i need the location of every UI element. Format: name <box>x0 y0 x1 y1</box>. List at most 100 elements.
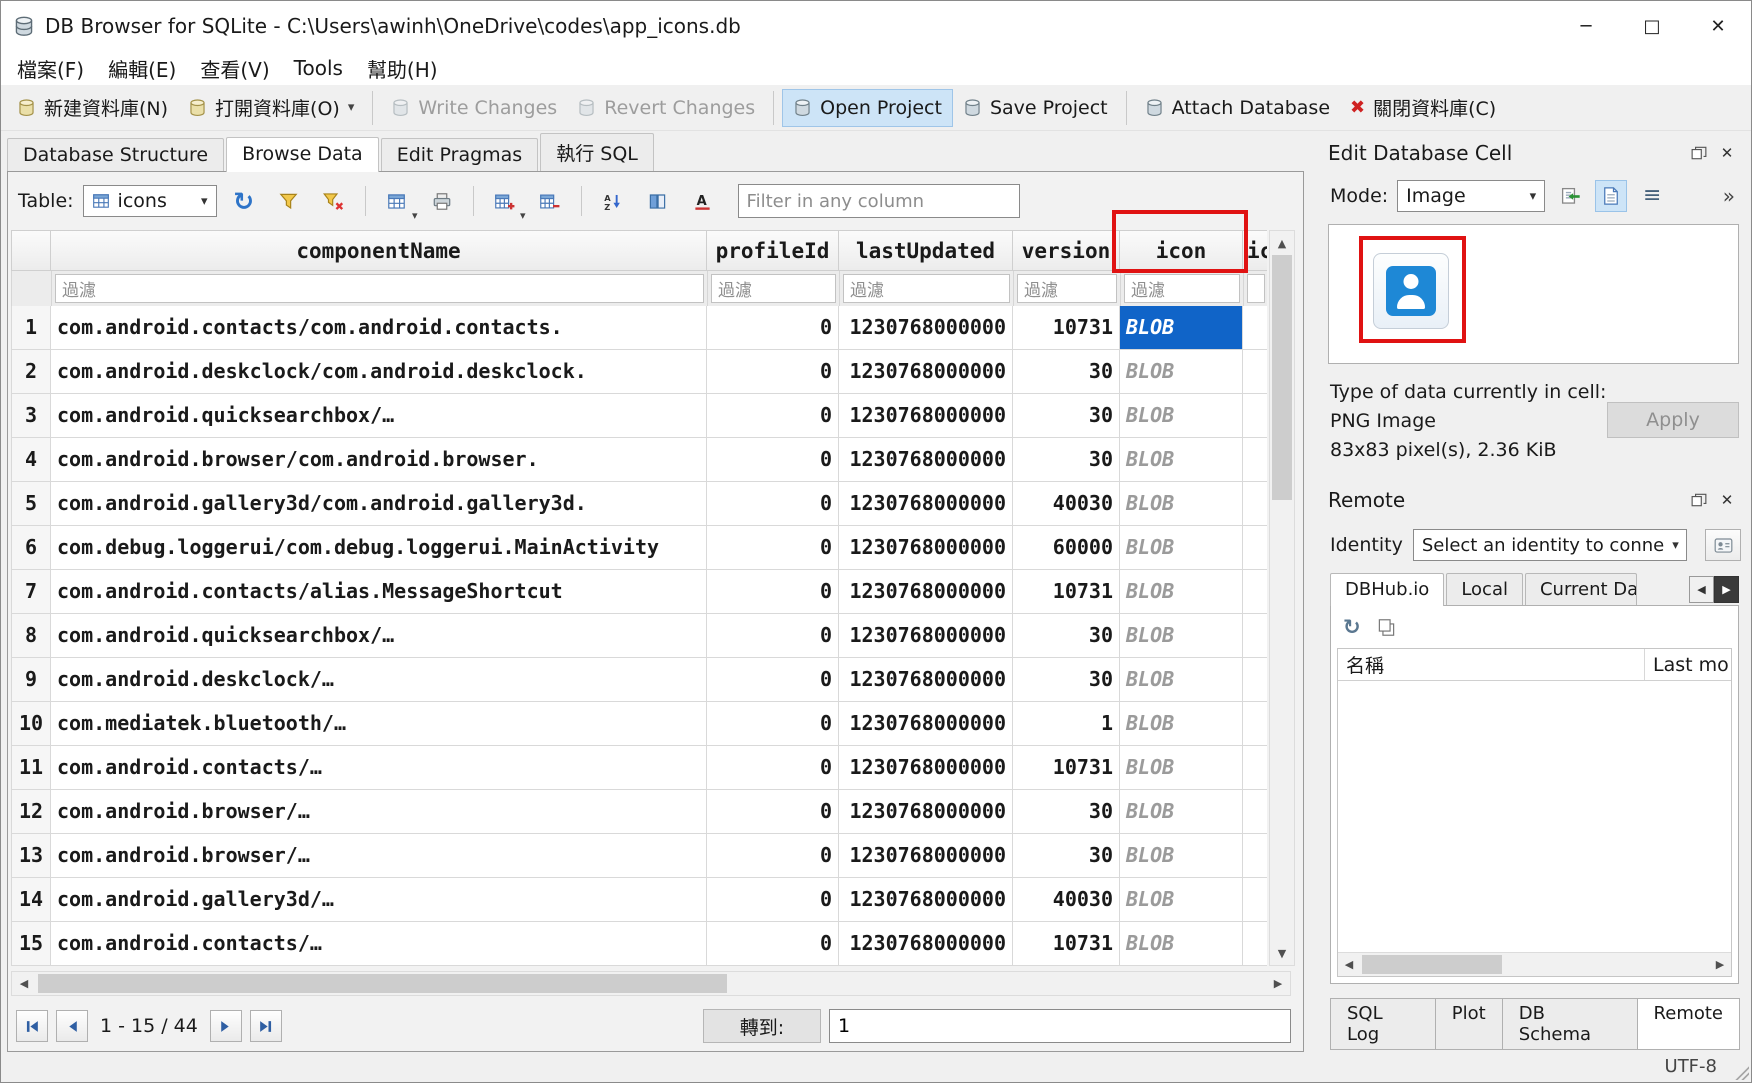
cell-lastUpdated[interactable]: 1230768000000 <box>839 746 1013 790</box>
close-database-button[interactable]: ✖ 關閉資料庫(C) <box>1340 87 1506 128</box>
table-row[interactable]: 5 com.android.gallery3d/com.android.gall… <box>11 482 1267 526</box>
row-number[interactable]: 6 <box>11 526 51 570</box>
manage-identities-button[interactable] <box>1705 529 1741 561</box>
cell-version[interactable]: 60000 <box>1013 526 1120 570</box>
cell-icon-blob[interactable]: BLOB <box>1120 658 1243 702</box>
save-results-button[interactable]: ▾ <box>379 183 415 219</box>
cell-icon-blob[interactable]: BLOB <box>1120 526 1243 570</box>
tab-remote[interactable]: Remote <box>1637 998 1740 1050</box>
float-panel-button[interactable] <box>1685 140 1713 166</box>
new-database-button[interactable]: 新建資料庫(N) <box>7 87 178 128</box>
cell-icon-blob[interactable]: BLOB <box>1120 306 1243 350</box>
cell-profileId[interactable]: 0 <box>707 526 839 570</box>
open-database-button[interactable]: 打開資料庫(O) ▾ <box>178 87 364 128</box>
cell-lastUpdated[interactable]: 1230768000000 <box>839 482 1013 526</box>
tab-dbhub[interactable]: DBHub.io <box>1330 573 1444 606</box>
cell-lastUpdated[interactable]: 1230768000000 <box>839 570 1013 614</box>
word-wrap-button[interactable]: ≡ <box>1636 180 1668 212</box>
refresh-button[interactable]: ↻ <box>226 183 262 219</box>
cell-profileId[interactable]: 0 <box>707 790 839 834</box>
cell-profileId[interactable]: 0 <box>707 746 839 790</box>
tab-execute-sql[interactable]: 執行 SQL <box>540 133 654 171</box>
remote-scroll-thumb[interactable] <box>1362 955 1502 974</box>
prev-page-button[interactable] <box>56 1010 88 1042</box>
cell-profileId[interactable]: 0 <box>707 306 839 350</box>
filter-input-profileId[interactable]: 過濾 <box>711 274 836 303</box>
resize-grip[interactable] <box>1734 1065 1749 1080</box>
horizontal-scrollbar[interactable]: ◀ ▶ <box>11 971 1291 996</box>
column-header-partial[interactable]: ic <box>1243 230 1267 271</box>
cell-profileId[interactable]: 0 <box>707 702 839 746</box>
menu-edit[interactable]: 編輯(E) <box>96 54 188 83</box>
minimize-button[interactable]: ─ <box>1553 1 1619 51</box>
filter-input-componentName[interactable]: 過濾 <box>55 274 704 303</box>
filter-button[interactable] <box>271 183 307 219</box>
cell-lastUpdated[interactable]: 1230768000000 <box>839 394 1013 438</box>
tab-current-database[interactable]: Current Dat <box>1525 573 1637 605</box>
print-button[interactable] <box>424 183 460 219</box>
table-row[interactable]: 2 com.android.deskclock/com.android.desk… <box>11 350 1267 394</box>
contacts-app-icon[interactable] <box>1373 253 1449 329</box>
tab-db-schema[interactable]: DB Schema <box>1502 998 1638 1050</box>
cell-componentName[interactable]: com.android.browser/com.android.browser. <box>51 438 707 482</box>
cell-componentName[interactable]: com.android.quicksearchbox/… <box>51 614 707 658</box>
filter-input-lastUpdated[interactable]: 過濾 <box>843 274 1010 303</box>
scroll-right-icon[interactable]: ▶ <box>1266 972 1290 996</box>
cell-version[interactable]: 40030 <box>1013 482 1120 526</box>
cell-componentName[interactable]: com.android.gallery3d/com.android.galler… <box>51 482 707 526</box>
cell-version[interactable]: 30 <box>1013 790 1120 834</box>
close-panel-button[interactable]: ✕ <box>1713 140 1741 166</box>
column-header-componentName[interactable]: componentName <box>51 230 707 271</box>
tab-local[interactable]: Local <box>1446 573 1523 605</box>
encoding-button[interactable] <box>640 183 676 219</box>
menu-tools[interactable]: Tools <box>282 56 355 80</box>
filter-input-partial[interactable] <box>1247 274 1265 303</box>
tab-sql-log[interactable]: SQL Log <box>1330 998 1436 1050</box>
table-row[interactable]: 14 com.android.gallery3d/… 0 12307680000… <box>11 878 1267 922</box>
scroll-left-icon[interactable]: ◀ <box>1338 953 1360 977</box>
open-project-button[interactable]: Open Project <box>782 89 953 127</box>
row-number[interactable]: 3 <box>11 394 51 438</box>
cell-icon-blob[interactable]: BLOB <box>1120 878 1243 922</box>
cell-icon-blob[interactable]: BLOB <box>1120 438 1243 482</box>
attach-database-button[interactable]: Attach Database <box>1135 90 1340 126</box>
table-row[interactable]: 10 com.mediatek.bluetooth/… 0 1230768000… <box>11 702 1267 746</box>
close-panel-button[interactable]: ✕ <box>1713 487 1741 513</box>
table-row[interactable]: 9 com.android.deskclock/… 0 123076800000… <box>11 658 1267 702</box>
cell-lastUpdated[interactable]: 1230768000000 <box>839 922 1013 966</box>
cell-version[interactable]: 30 <box>1013 438 1120 482</box>
vertical-scrollbar[interactable]: ▲ ▼ <box>1269 230 1295 966</box>
column-header-last-modified[interactable]: Last mo <box>1645 649 1731 680</box>
clear-filters-button[interactable] <box>316 183 352 219</box>
cell-profileId[interactable]: 0 <box>707 350 839 394</box>
row-number[interactable]: 11 <box>11 746 51 790</box>
horizontal-scroll-thumb[interactable] <box>38 974 727 993</box>
cell-version[interactable]: 30 <box>1013 658 1120 702</box>
vertical-scroll-thumb[interactable] <box>1272 255 1292 500</box>
cell-profileId[interactable]: 0 <box>707 834 839 878</box>
table-row[interactable]: 11 com.android.contacts/… 0 123076800000… <box>11 746 1267 790</box>
table-row[interactable]: 13 com.android.browser/… 0 1230768000000… <box>11 834 1267 878</box>
cell-componentName[interactable]: com.android.browser/… <box>51 834 707 878</box>
cell-version[interactable]: 10731 <box>1013 922 1120 966</box>
filter-input-icon[interactable]: 過濾 <box>1124 274 1240 303</box>
cell-icon-blob[interactable]: BLOB <box>1120 350 1243 394</box>
cell-icon-blob[interactable]: BLOB <box>1120 482 1243 526</box>
cell-lastUpdated[interactable]: 1230768000000 <box>839 790 1013 834</box>
refresh-remote-button[interactable]: ↻ <box>1343 617 1361 638</box>
goto-input[interactable] <box>829 1009 1291 1043</box>
cell-lastUpdated[interactable]: 1230768000000 <box>839 350 1013 394</box>
table-row[interactable]: 1 com.android.contacts/com.android.conta… <box>11 306 1267 350</box>
close-button[interactable]: ✕ <box>1685 1 1751 51</box>
row-number[interactable]: 2 <box>11 350 51 394</box>
menu-help[interactable]: 幫助(H) <box>355 54 450 83</box>
remote-horizontal-scrollbar[interactable]: ◀ ▶ <box>1338 952 1731 976</box>
cell-lastUpdated[interactable]: 1230768000000 <box>839 438 1013 482</box>
cell-profileId[interactable]: 0 <box>707 922 839 966</box>
cell-componentName[interactable]: com.android.deskclock/com.android.deskcl… <box>51 350 707 394</box>
cell-componentName[interactable]: com.android.contacts/… <box>51 746 707 790</box>
last-page-button[interactable] <box>250 1010 282 1042</box>
filter-input-version[interactable]: 過濾 <box>1017 274 1117 303</box>
cell-version[interactable]: 10731 <box>1013 746 1120 790</box>
row-number[interactable]: 4 <box>11 438 51 482</box>
